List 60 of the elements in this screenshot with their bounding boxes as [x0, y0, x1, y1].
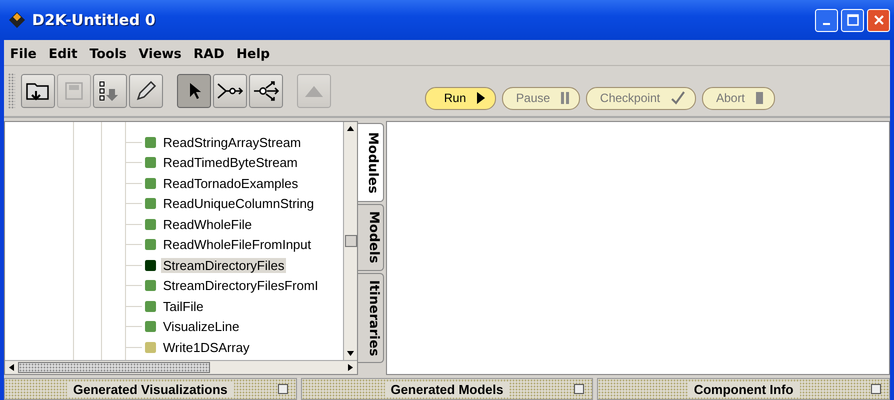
- list-button[interactable]: [93, 74, 127, 108]
- tree-item[interactable]: ReadWholeFileFromInput: [161, 237, 314, 252]
- side-tab[interactable]: Modules: [358, 123, 384, 202]
- menu-item[interactable]: Tools: [89, 46, 127, 62]
- panel-title: Component Info: [688, 382, 800, 396]
- panel-title: Generated Models: [384, 382, 510, 396]
- close-button[interactable]: [867, 8, 890, 32]
- restore-icon[interactable]: [278, 384, 288, 394]
- scroll-thumb[interactable]: [18, 362, 210, 373]
- toolbar-grip[interactable]: [8, 73, 15, 109]
- restore-icon[interactable]: [574, 384, 584, 394]
- pencil-icon: [134, 79, 158, 103]
- tree-item[interactable]: StreamDirectoryFiles: [161, 258, 286, 273]
- side-tab[interactable]: Models: [358, 204, 384, 271]
- tree-item[interactable]: ReadStringArrayStream: [161, 134, 303, 150]
- tree-item[interactable]: VisualizeLine: [161, 319, 242, 334]
- tree-item[interactable]: ReadTornadoExamples: [161, 176, 300, 191]
- tree-item[interactable]: ReadTimedByteStream: [161, 155, 300, 170]
- play-icon: [476, 91, 486, 105]
- right-arrow-icon[interactable]: [348, 364, 353, 371]
- panel-header[interactable]: Component Info: [597, 378, 890, 400]
- menu-item[interactable]: Views: [138, 46, 182, 62]
- menu-item[interactable]: Edit: [48, 46, 78, 62]
- menu-item[interactable]: Help: [236, 46, 270, 62]
- horizontal-scrollbar[interactable]: [5, 360, 357, 374]
- panel-header[interactable]: Generated Models: [300, 378, 594, 400]
- maximize-button[interactable]: [841, 8, 864, 32]
- panel-title: Generated Visualizations: [67, 382, 234, 396]
- fanout-button[interactable]: [249, 74, 283, 108]
- connect-button[interactable]: [213, 74, 247, 108]
- open-button[interactable]: [21, 74, 55, 108]
- tree-item[interactable]: TailFile: [161, 298, 206, 314]
- stop-icon: [754, 91, 765, 105]
- tree-item[interactable]: StreamDirectoryFilesFromI: [161, 278, 320, 294]
- panel-header[interactable]: Generated Visualizations: [4, 378, 297, 400]
- menu-item[interactable]: File: [10, 46, 37, 62]
- tree-item[interactable]: ReadUniqueColumnString: [161, 196, 316, 212]
- minimize-button[interactable]: [815, 8, 838, 32]
- up-arrow-icon[interactable]: [347, 126, 354, 131]
- minimize-icon: [823, 23, 830, 25]
- close-icon: [872, 13, 886, 27]
- vertical-scrollbar[interactable]: [343, 122, 357, 360]
- connector-icon: [216, 81, 244, 101]
- checkmark-icon: [670, 91, 686, 105]
- menu-item[interactable]: RAD: [194, 46, 224, 62]
- pointer-button[interactable]: [177, 74, 211, 108]
- run-button[interactable]: Run: [425, 86, 496, 110]
- scroll-thumb[interactable]: [344, 235, 356, 247]
- fanout-icon: [252, 79, 280, 103]
- left-arrow-icon[interactable]: [9, 364, 14, 371]
- tree-item[interactable]: ReadWholeFile: [161, 216, 254, 232]
- edit-button[interactable]: [129, 74, 163, 108]
- restore-icon[interactable]: [871, 384, 882, 394]
- diamond-icon: [8, 11, 26, 29]
- down-arrow-icon[interactable]: [347, 351, 354, 356]
- tree-item[interactable]: Write1DSArray: [161, 340, 252, 355]
- window-title: D2K-Untitled 0: [32, 11, 156, 29]
- maximize-icon: [846, 13, 860, 27]
- pause-icon: [560, 91, 570, 105]
- side-tab[interactable]: Itineraries: [358, 272, 384, 363]
